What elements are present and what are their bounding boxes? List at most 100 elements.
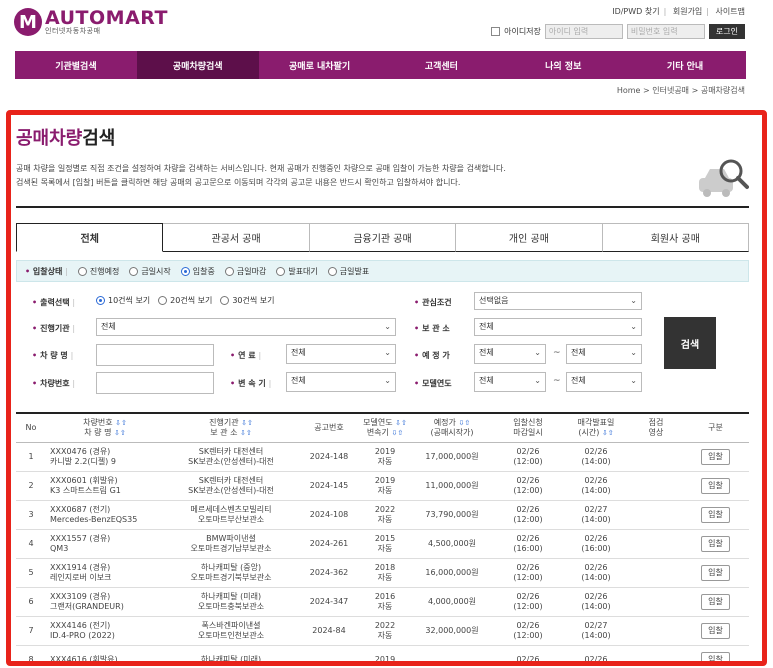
col-agency[interactable]: 진행기관 ⇩⇧ 보 관 소 ⇩⇧ bbox=[164, 412, 298, 443]
bid-status-label: • 입찰상태 | bbox=[25, 266, 68, 276]
price-to-select[interactable]: 전체 ⌄ bbox=[566, 344, 642, 364]
row-price: 11,000,000원 bbox=[410, 471, 494, 501]
bid-button[interactable]: 입찰 bbox=[701, 477, 730, 494]
bid-button[interactable]: 입찰 bbox=[701, 535, 730, 552]
row-model: 2019 자동 bbox=[360, 471, 410, 501]
row-announce: 02/27 (14:00) bbox=[562, 500, 630, 530]
title-divider bbox=[16, 206, 749, 208]
output-30[interactable]: 30건씩 보기 bbox=[220, 295, 275, 306]
col-inspect: 점검 영상 bbox=[630, 412, 682, 443]
carname-input[interactable] bbox=[96, 344, 214, 366]
row-notice: 2024-148 bbox=[298, 442, 360, 472]
nav-agency-search[interactable]: 기관별검색 bbox=[15, 51, 137, 79]
row-kind: 입찰 bbox=[682, 529, 749, 559]
breadcrumb: Home > 인터넷공매 > 공매차량검색 bbox=[616, 86, 745, 95]
agency-select[interactable]: 전체 ⌄ bbox=[96, 318, 396, 336]
row-deadline: 02/26 (12:00) bbox=[494, 500, 562, 530]
row-model: 2019 bbox=[360, 645, 410, 662]
row-agency: BMW파이낸셜 오토마트경기남부보관소 bbox=[164, 529, 298, 559]
nav-customer-center[interactable]: 고객센터 bbox=[380, 51, 502, 79]
signup-link[interactable]: 회원가입 bbox=[673, 7, 702, 16]
col-model[interactable]: 모델연도 ⇩⇧ 변속기 ⇩⇧ bbox=[360, 412, 410, 443]
row-car[interactable]: XXX3109 (경유) 그랜저(GRANDEUR) bbox=[46, 587, 164, 617]
storage-select[interactable]: 전체 ⌄ bbox=[474, 318, 642, 336]
status-option-start-today[interactable]: 금일시작 bbox=[129, 266, 171, 277]
row-agency: 메르세데스벤츠모빌리티 오토마트부산보관소 bbox=[164, 500, 298, 530]
model-year-label: • 모델연도 bbox=[414, 379, 452, 388]
col-car[interactable]: 차량번호 ⇩⇧ 차 량 명 ⇩⇧ bbox=[46, 412, 164, 443]
row-price: 4,000,000원 bbox=[410, 587, 494, 617]
carno-input[interactable] bbox=[96, 372, 214, 394]
row-car[interactable]: XXX1914 (경유) 레인지로버 이보크 bbox=[46, 558, 164, 588]
gear-select[interactable]: 전체 ⌄ bbox=[286, 372, 396, 392]
status-option-announce-today[interactable]: 금일발표 bbox=[327, 266, 369, 277]
row-car[interactable]: XXX0687 (전기) Mercedes-BenzEQS35 bbox=[46, 500, 164, 530]
tab-member[interactable]: 회원사 공매 bbox=[602, 223, 750, 252]
site-logo[interactable]: M AUTOMART 인터넷자동차공매 bbox=[14, 8, 168, 36]
tab-all[interactable]: 전체 bbox=[16, 223, 164, 252]
search-button[interactable]: 검색 bbox=[664, 317, 716, 369]
tab-personal[interactable]: 개인 공매 bbox=[456, 223, 603, 252]
col-announce[interactable]: 매각발표일 (시간) ⇩⇧ bbox=[562, 412, 630, 443]
sort-icon: ⇩⇧ bbox=[601, 428, 614, 437]
output-select-label: • 출력선택 | bbox=[32, 298, 76, 307]
carname-label: • 차 량 명 | bbox=[32, 351, 74, 360]
col-price[interactable]: 예정가 ⇩⇧ (공매시작가) bbox=[410, 412, 494, 443]
row-model: 2018 자동 bbox=[360, 558, 410, 588]
bid-button[interactable]: 입찰 bbox=[701, 506, 730, 523]
interest-select[interactable]: 선택없음 ⌄ bbox=[474, 292, 642, 310]
row-car[interactable]: XXX4146 (전기) ID.4-PRO (2022) bbox=[46, 616, 164, 646]
save-id-checkbox[interactable] bbox=[491, 27, 501, 36]
bid-button[interactable]: 입찰 bbox=[701, 448, 730, 465]
tab-financial[interactable]: 금융기관 공매 bbox=[309, 223, 457, 252]
table-header-row: No 차량번호 ⇩⇧ 차 량 명 ⇩⇧ 진행기관 ⇩⇧ 보 관 소 ⇩⇧ 공고번호 … bbox=[16, 412, 749, 443]
bid-button[interactable]: 입찰 bbox=[701, 651, 730, 662]
main-content: 공매차량검색 공매 차량을 일정별로 직접 조건을 설정하여 차량을 검색하는 … bbox=[12, 106, 753, 662]
row-announce: 02/26 (14:00) bbox=[562, 587, 630, 617]
row-agency: SK렌터카 대전센터 SK보관소(안성센터)-대전 bbox=[164, 442, 298, 472]
row-deadline: 02/26 (12:00) bbox=[494, 616, 562, 646]
nav-my-info[interactable]: 나의 정보 bbox=[502, 51, 624, 79]
save-id-label: 아이디저장 bbox=[504, 27, 541, 36]
model-from-select[interactable]: 전체 ⌄ bbox=[474, 372, 546, 392]
find-id-pw-link[interactable]: ID/PWD 찾기 bbox=[612, 7, 659, 16]
row-announce: 02/26 (14:00) bbox=[562, 471, 630, 501]
row-car[interactable]: XXX0476 (경유) 카니발 2.2(디젤) 9 bbox=[46, 442, 164, 472]
id-input[interactable]: 아이디 입력 bbox=[544, 24, 623, 39]
row-no: 2 bbox=[16, 471, 46, 501]
row-kind: 입찰 bbox=[682, 645, 749, 662]
nav-vehicle-search[interactable]: 공매차량검색 bbox=[136, 51, 259, 79]
row-deadline: 02/26 (12:00) bbox=[494, 471, 562, 501]
row-model: 2015 자동 bbox=[360, 529, 410, 559]
price-from-select[interactable]: 전체 ⌄ bbox=[474, 344, 546, 364]
password-input[interactable]: 비밀번호 입력 bbox=[626, 24, 705, 39]
status-option-scheduled[interactable]: 진행예정 bbox=[77, 266, 119, 277]
fuel-select[interactable]: 전체 ⌄ bbox=[286, 344, 396, 364]
row-car[interactable]: XXX1557 (경유) QM3 bbox=[46, 529, 164, 559]
bid-button[interactable]: 입찰 bbox=[701, 622, 730, 639]
row-inspect bbox=[630, 616, 682, 646]
sort-icon: ⇩⇧ bbox=[239, 428, 252, 437]
nav-sell-car[interactable]: 공매로 내차팔기 bbox=[259, 51, 381, 79]
table-row: 3 XXX0687 (전기) Mercedes-BenzEQS35 메르세데스벤츠모빌… bbox=[16, 500, 749, 530]
output-10[interactable]: 10건씩 보기 bbox=[96, 295, 150, 306]
row-deadline: 02/26 (12:00) bbox=[494, 587, 562, 617]
sitemap-link[interactable]: 사이트맵 bbox=[716, 7, 745, 16]
bid-button[interactable]: 입찰 bbox=[701, 564, 730, 581]
sort-icon: ⇩⇧ bbox=[395, 418, 407, 427]
status-option-close-today[interactable]: 금일마감 bbox=[224, 266, 266, 277]
login-button[interactable]: 로그인 bbox=[708, 24, 745, 39]
row-model: 2019 자동 bbox=[360, 442, 410, 472]
nav-etc[interactable]: 기타 안내 bbox=[624, 51, 746, 79]
row-car[interactable]: XXX0601 (휘발유) K3 스마트스트림 G1 bbox=[46, 471, 164, 501]
output-20[interactable]: 20건씩 보기 bbox=[158, 295, 212, 306]
tab-government[interactable]: 관공서 공매 bbox=[163, 223, 310, 252]
bid-button[interactable]: 입찰 bbox=[701, 593, 730, 610]
page-title: 공매차량검색 bbox=[16, 128, 116, 149]
row-no: 5 bbox=[16, 558, 46, 588]
status-option-awaiting[interactable]: 발표대기 bbox=[276, 266, 318, 277]
table-row: 1 XXX0476 (경유) 카니발 2.2(디젤) 9 SK렌터카 대전센터 SK보관… bbox=[16, 442, 749, 472]
model-to-select[interactable]: 전체 ⌄ bbox=[566, 372, 642, 392]
row-car[interactable]: XXX4616 (휘발유) bbox=[46, 645, 164, 662]
status-option-bidding[interactable]: 입찰중 bbox=[180, 266, 215, 277]
